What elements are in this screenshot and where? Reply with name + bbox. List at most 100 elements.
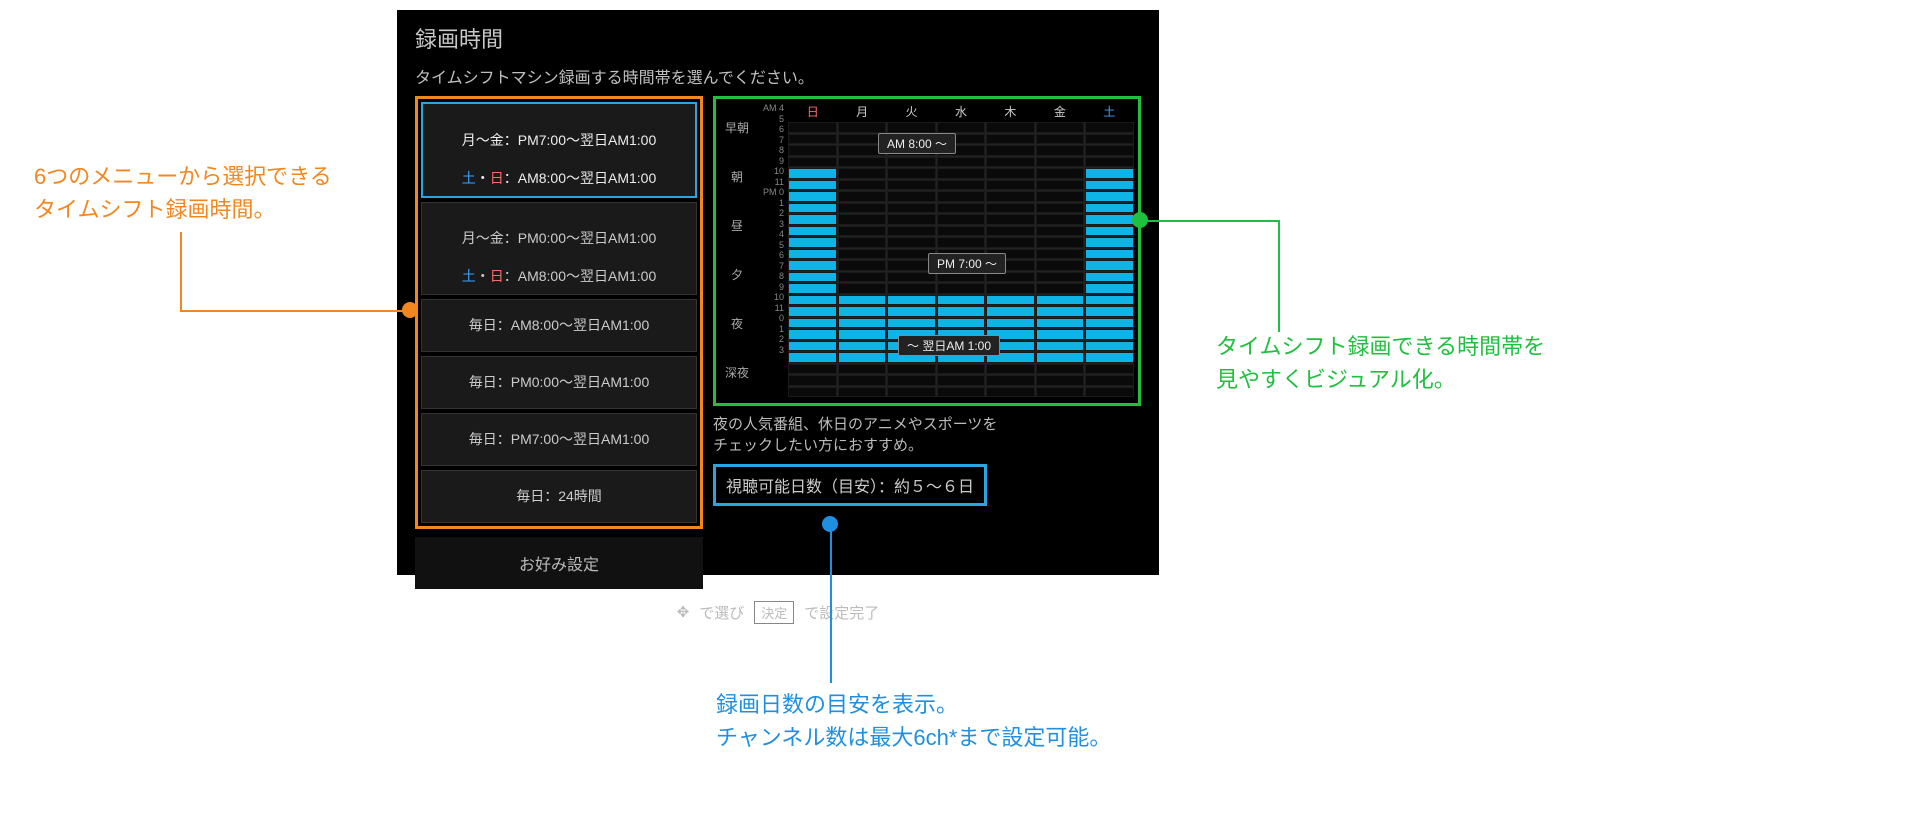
preset-item-0[interactable]: 月〜金：PM7:00〜翌日AM1:00 土・日：AM8:00〜翌日AM1:00: [421, 102, 697, 198]
grid-cell: [788, 157, 837, 168]
grid-cell: [1036, 157, 1085, 168]
grid-cell: [1085, 145, 1134, 156]
grid-cell: [887, 387, 936, 398]
custom-settings-button[interactable]: お好み設定: [415, 537, 703, 589]
grid-cell: [838, 180, 887, 191]
grid-cell: [937, 364, 986, 375]
schedule-grid: 日 月 火 水 木 金 土 AM 8:00 〜 PM 7:00 〜 〜 翌日AM…: [788, 103, 1134, 397]
grid-cell: [986, 375, 1035, 386]
grid-cell: [1085, 237, 1134, 248]
grid-cell: [788, 249, 837, 260]
grid-cell: [1085, 191, 1134, 202]
grid-cell: [1036, 272, 1085, 283]
preset-item-5[interactable]: 毎日：24時間: [421, 470, 697, 523]
grid-cell: [1036, 134, 1085, 145]
grid-cell: [788, 364, 837, 375]
grid-cell: [788, 168, 837, 179]
grid-cell: [1036, 168, 1085, 179]
grid-cell: [838, 122, 887, 133]
grid-cell: [986, 122, 1035, 133]
grid-cell: [937, 295, 986, 306]
grid-cell: [887, 226, 936, 237]
grid-cell: [788, 375, 837, 386]
grid-cell: [1036, 375, 1085, 386]
grid-cell: [986, 295, 1035, 306]
schedule-graph: 早朝 朝 昼 夕 夜 深夜 AM 4567891011PM 0123456789…: [713, 96, 1141, 406]
preset-item-3[interactable]: 毎日：PM0:00〜翌日AM1:00: [421, 356, 697, 409]
sun-label: 日: [490, 170, 504, 186]
grid-cell: [838, 214, 887, 225]
grid-cell: [887, 375, 936, 386]
period-labels: 早朝 朝 昼 夕 夜 深夜: [720, 103, 754, 397]
grid-cell: [937, 318, 986, 329]
grid-cell: [788, 352, 837, 363]
preset-item-1[interactable]: 月〜金：PM0:00〜翌日AM1:00 土・日：AM8:00〜翌日AM1:00: [421, 202, 697, 296]
annotation-orange: 6つのメニューから選択できる タイムシフト録画時間。: [34, 160, 332, 226]
preset-line1: 月〜金：PM7:00〜翌日AM1:00: [462, 132, 657, 148]
grid-cell: [838, 191, 887, 202]
grid-cell: [937, 237, 986, 248]
grid-cell: [788, 260, 837, 271]
footer-controls: ✥ で選び 決定 で設定完了: [415, 601, 1141, 624]
grid-cell: [788, 180, 837, 191]
grid-cell: [937, 226, 986, 237]
grid-cell: [887, 283, 936, 294]
footer-select-text: で選び: [699, 602, 744, 623]
grid-cell: [937, 283, 986, 294]
grid-cell: [838, 168, 887, 179]
grid-cell: [1036, 364, 1085, 375]
grid-cell: [1036, 214, 1085, 225]
grid-cell: [887, 203, 936, 214]
grid-cell: [838, 226, 887, 237]
grid-cell: [887, 157, 936, 168]
grid-cell: [887, 364, 936, 375]
grid-cell: [887, 295, 936, 306]
grid-cell: [838, 295, 887, 306]
grid-cell: [838, 203, 887, 214]
menu-column: 月〜金：PM7:00〜翌日AM1:00 土・日：AM8:00〜翌日AM1:00 …: [415, 96, 703, 589]
grid-cell: [838, 375, 887, 386]
grid-cell: [937, 168, 986, 179]
grid-cell: [1036, 237, 1085, 248]
grid-cell: [937, 375, 986, 386]
grid-cell: [788, 295, 837, 306]
callout-pm7: PM 7:00 〜: [928, 253, 1006, 274]
grid-cell: [838, 260, 887, 271]
grid-cell: [1036, 283, 1085, 294]
screen-body: 月〜金：PM7:00〜翌日AM1:00 土・日：AM8:00〜翌日AM1:00 …: [415, 96, 1141, 589]
grid-cell: [1036, 191, 1085, 202]
grid-cell: [838, 237, 887, 248]
grid-cell: [788, 203, 837, 214]
grid-cell: [788, 145, 837, 156]
grid-cell: [937, 214, 986, 225]
grid-cell: [838, 249, 887, 260]
day-header: 日 月 火 水 木 金 土: [788, 103, 1134, 120]
grid-cell: [1085, 295, 1134, 306]
preset-item-2[interactable]: 毎日：AM8:00〜翌日AM1:00: [421, 299, 697, 352]
grid-cell: [1085, 387, 1134, 398]
grid-cell: [1036, 249, 1085, 260]
grid-cell: [986, 134, 1035, 145]
hour-labels: AM 4567891011PM 012345678910110123: [758, 103, 784, 397]
preset-item-4[interactable]: 毎日：PM7:00〜翌日AM1:00: [421, 413, 697, 466]
callout-am1: 〜 翌日AM 1:00: [898, 335, 1000, 356]
grid-cell: [838, 283, 887, 294]
grid-cell: [788, 191, 837, 202]
grid-cell: [986, 387, 1035, 398]
grid-cell: [1036, 226, 1085, 237]
grid-cell: [788, 387, 837, 398]
grid-cell: [1085, 214, 1134, 225]
grid-cell: [1085, 249, 1134, 260]
grid-cell: [838, 387, 887, 398]
grid-cell: [887, 237, 936, 248]
grid-cell: [1085, 375, 1134, 386]
grid-cell: [788, 226, 837, 237]
grid-cell: [887, 180, 936, 191]
grid-cell: [1036, 145, 1085, 156]
grid-cell: [937, 203, 986, 214]
grid-cell: [1085, 157, 1134, 168]
grid-cell: [838, 352, 887, 363]
grid-cell: [986, 191, 1035, 202]
grid-cell: [986, 364, 1035, 375]
grid-cell: [887, 122, 936, 133]
